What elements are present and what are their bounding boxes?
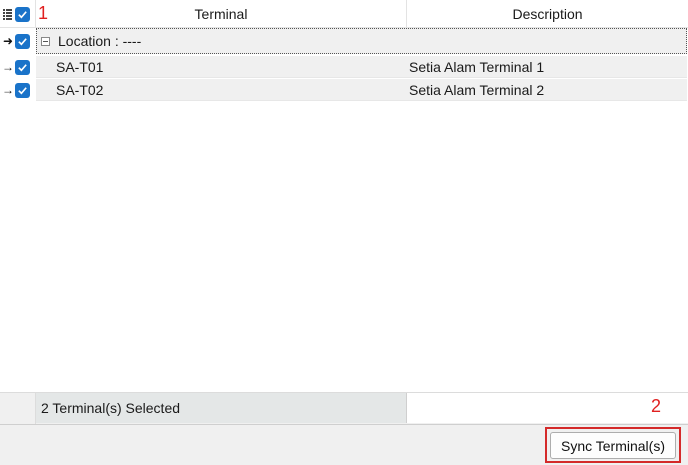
group-checkbox[interactable]: [15, 33, 30, 49]
group-row-location[interactable]: Location : ----: [36, 28, 687, 54]
checkmark-icon: [18, 11, 27, 19]
cell-description: Setia Alam Terminal 1: [409, 59, 545, 75]
selection-summary: 2 Terminal(s) Selected: [41, 400, 181, 416]
cell-description: Setia Alam Terminal 2: [409, 82, 545, 98]
checkmark-icon: [18, 63, 27, 71]
arrow-right-icon: →: [2, 83, 14, 97]
arrow-right-icon: →: [2, 60, 14, 74]
group-row-indicator: ➜: [0, 30, 36, 52]
row-checkbox[interactable]: [15, 59, 30, 75]
annotation-2: 2: [651, 396, 662, 416]
summary-description-cell: [407, 393, 688, 423]
sync-terminals-button[interactable]: Sync Terminal(s): [550, 432, 676, 459]
group-label: Location : ----: [58, 33, 142, 49]
column-chooser-icon[interactable]: [3, 8, 12, 20]
summary-terminal-cell: 2 Terminal(s) Selected: [36, 393, 407, 423]
row-indicator: →: [0, 56, 36, 78]
collapse-minus-icon[interactable]: [41, 36, 50, 46]
arrow-right-icon: ➜: [2, 34, 14, 48]
select-all-checkbox[interactable]: [15, 7, 30, 22]
row-indicator: →: [0, 79, 36, 101]
column-header-description[interactable]: Description: [407, 0, 688, 28]
checkmark-icon: [18, 86, 27, 94]
row-checkbox[interactable]: [15, 82, 30, 98]
table-row[interactable]: SA-T01 Setia Alam Terminal 1: [36, 56, 687, 78]
summary-indicator-cell: [0, 392, 36, 424]
column-header-description-label: Description: [512, 6, 583, 22]
column-header-terminal[interactable]: Terminal: [36, 0, 407, 28]
column-header-terminal-label: Terminal: [194, 6, 248, 22]
cell-terminal: SA-T02: [56, 82, 104, 98]
checkmark-icon: [18, 37, 27, 45]
cell-terminal: SA-T01: [56, 59, 104, 75]
table-row[interactable]: SA-T02 Setia Alam Terminal 2: [36, 79, 687, 101]
header-indicator-cell: [0, 0, 36, 28]
